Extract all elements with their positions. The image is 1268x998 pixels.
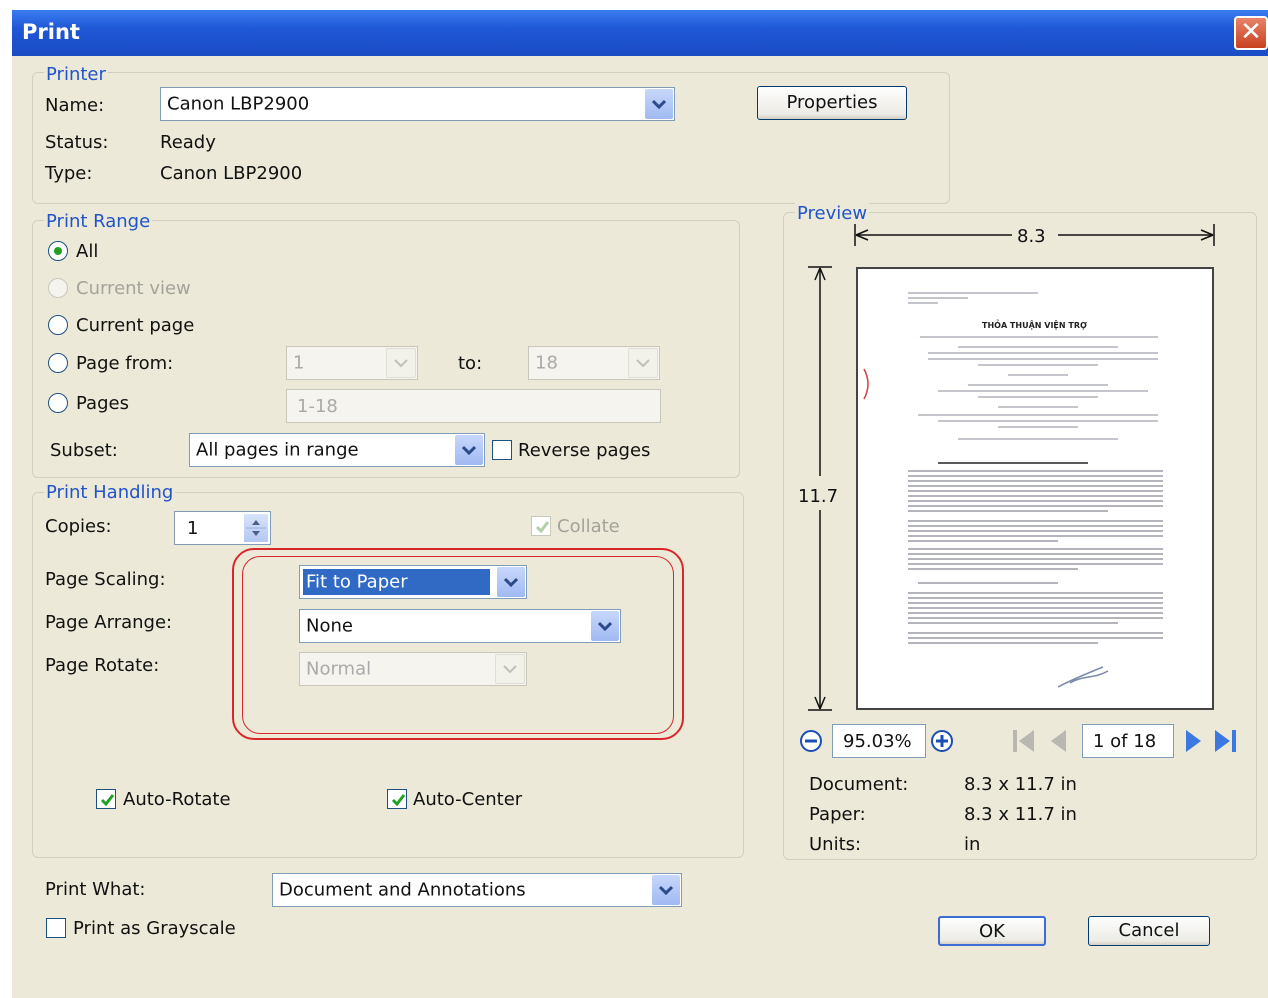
units-label: Units:: [809, 834, 862, 855]
current-view-radio[interactable]: [48, 278, 68, 298]
to-label: to:: [458, 353, 483, 374]
previous-page-icon[interactable]: [1046, 727, 1070, 755]
page-preview: THỎA THUẬN VIỆN TRỢ: [856, 267, 1214, 710]
ok-button[interactable]: OK: [938, 916, 1046, 946]
highlight-oval-inner: [242, 556, 674, 734]
close-button[interactable]: ✕: [1234, 16, 1268, 50]
printer-name-label: Name:: [45, 95, 105, 116]
all-radio[interactable]: [48, 241, 68, 261]
page-from-value: 1: [293, 352, 305, 374]
page-rotate-label: Page Rotate:: [45, 655, 160, 676]
subset-select[interactable]: All pages in range: [189, 433, 485, 467]
doc-heading: THỎA THUẬN VIỆN TRỢ: [982, 321, 1087, 330]
page-from-select[interactable]: 1: [286, 346, 418, 380]
page-scaling-label: Page Scaling:: [45, 569, 166, 590]
page-from-radio[interactable]: [48, 353, 68, 373]
title-bar[interactable]: Print ✕: [12, 10, 1268, 56]
collate-label: Collate: [557, 516, 620, 537]
printer-name-select[interactable]: Canon LBP2900: [160, 87, 675, 121]
grayscale-checkbox[interactable]: [46, 918, 66, 938]
auto-rotate-label: Auto-Rotate: [123, 789, 231, 810]
page-number-input[interactable]: 1 of 18: [1082, 724, 1174, 758]
printer-group-label: Printer: [44, 64, 108, 85]
zoom-input[interactable]: 95.03%: [832, 724, 926, 758]
properties-button[interactable]: Properties: [757, 86, 907, 120]
spinner-icon[interactable]: [244, 514, 268, 542]
auto-rotate-checkbox[interactable]: [96, 789, 116, 809]
zoom-out-icon[interactable]: [799, 729, 823, 753]
document-thumbnail: [863, 292, 1163, 688]
zoom-value: 95.03%: [843, 731, 912, 752]
paper-size-label: Paper:: [809, 804, 866, 825]
copies-stepper[interactable]: 1: [174, 511, 271, 545]
print-handling-label: Print Handling: [44, 482, 176, 503]
document-size-value: 8.3 x 11.7 in: [964, 774, 1077, 795]
copies-label: Copies:: [45, 516, 112, 537]
print-what-value: Document and Annotations: [279, 879, 526, 901]
height-dimension: 11.7: [798, 486, 839, 507]
reverse-pages-label: Reverse pages: [518, 440, 651, 461]
copies-value: 1: [187, 518, 199, 539]
next-page-icon[interactable]: [1182, 727, 1206, 755]
pages-label: Pages: [76, 393, 129, 414]
collate-checkbox[interactable]: [531, 516, 551, 536]
page-indicator: 1 of 18: [1093, 731, 1157, 752]
current-page-radio[interactable]: [48, 315, 68, 335]
reverse-pages-checkbox[interactable]: [492, 440, 512, 460]
current-view-label: Current view: [76, 278, 191, 299]
type-value: Canon LBP2900: [160, 163, 303, 184]
width-dimension: 8.3: [1017, 226, 1046, 247]
grayscale-label: Print as Grayscale: [73, 918, 236, 939]
chevron-down-icon[interactable]: [455, 435, 483, 465]
units-value: in: [964, 834, 981, 855]
first-page-icon[interactable]: [1010, 727, 1038, 755]
auto-center-label: Auto-Center: [413, 789, 523, 810]
chevron-down-icon[interactable]: [645, 89, 673, 119]
print-range-label: Print Range: [44, 211, 153, 232]
printer-name-value: Canon LBP2900: [167, 93, 310, 115]
paper-size-value: 8.3 x 11.7 in: [964, 804, 1077, 825]
close-icon: ✕: [1240, 17, 1262, 47]
dialog-title: Print: [22, 20, 80, 44]
chevron-down-icon[interactable]: [386, 348, 416, 378]
page-to-select[interactable]: 18: [528, 346, 660, 380]
status-value: Ready: [160, 132, 216, 153]
page-to-value: 18: [535, 352, 558, 374]
subset-label: Subset:: [50, 440, 118, 461]
cancel-button[interactable]: Cancel: [1088, 916, 1210, 946]
page-from-label: Page from:: [76, 353, 174, 374]
chevron-down-icon[interactable]: [628, 348, 658, 378]
last-page-icon[interactable]: [1212, 727, 1240, 755]
chevron-down-icon[interactable]: [652, 875, 680, 905]
page-arrange-label: Page Arrange:: [45, 612, 173, 633]
subset-value: All pages in range: [196, 439, 359, 461]
pages-input-value: 1-18: [297, 396, 338, 417]
zoom-in-icon[interactable]: [930, 729, 954, 753]
current-page-label: Current page: [76, 315, 195, 336]
print-what-select[interactable]: Document and Annotations: [272, 873, 682, 907]
print-what-label: Print What:: [45, 879, 146, 900]
pages-radio[interactable]: [48, 393, 68, 413]
pages-input[interactable]: 1-18: [286, 389, 661, 423]
type-label: Type:: [45, 163, 93, 184]
preview-label: Preview: [795, 203, 870, 224]
all-label: All: [76, 241, 99, 262]
auto-center-checkbox[interactable]: [387, 789, 407, 809]
status-label: Status:: [45, 132, 109, 153]
document-size-label: Document:: [809, 774, 909, 795]
